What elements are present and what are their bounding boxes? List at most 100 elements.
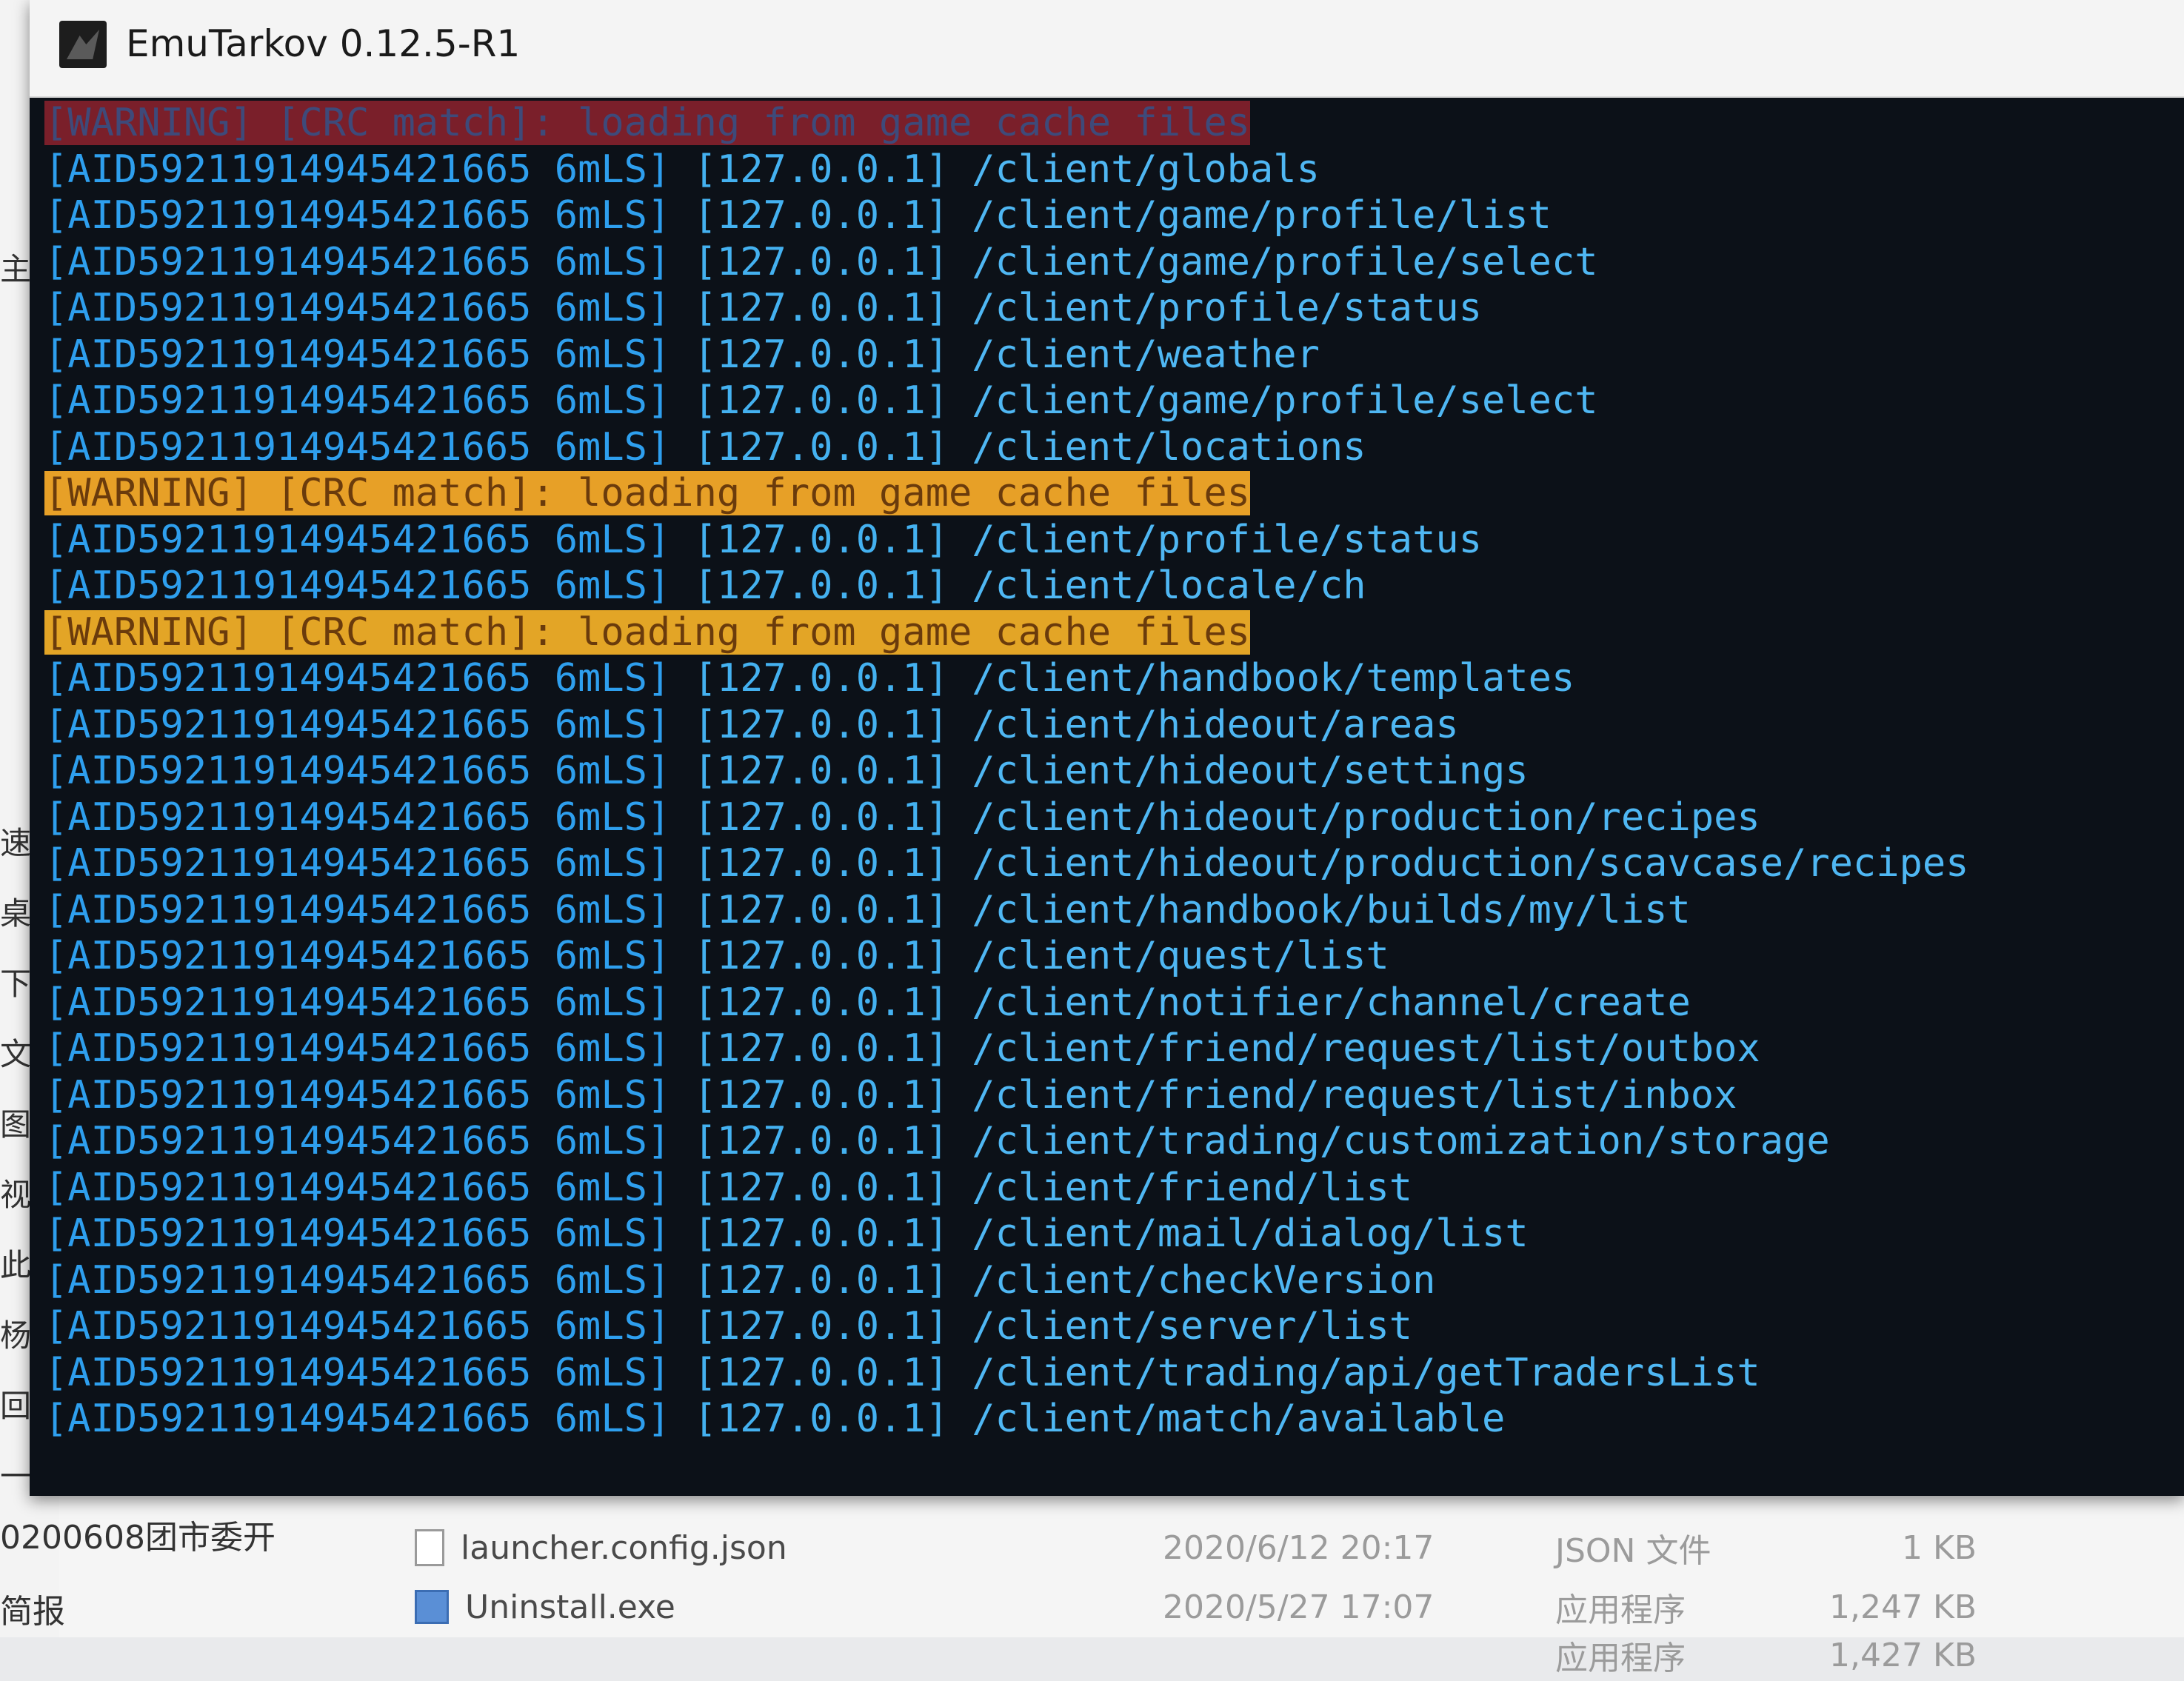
ip-address: [127.0.0.1] (693, 841, 949, 886)
ip-address: [127.0.0.1] (693, 1350, 949, 1395)
session-id: [AID59211914945421665 6mLS] (44, 1119, 671, 1163)
console-request-line: [AID59211914945421665 6mLS] [127.0.0.1] … (44, 147, 2184, 193)
console-request-line: [AID59211914945421665 6mLS] [127.0.0.1] … (44, 1257, 2184, 1304)
console-request-line: [AID59211914945421665 6mLS] [127.0.0.1] … (44, 1211, 2184, 1257)
console-warning-line: [WARNING] [CRC match]: loading from game… (44, 609, 2184, 656)
request-path: /client/hideout/production/recipes (972, 795, 1760, 840)
session-id: [AID59211914945421665 6mLS] (44, 1165, 671, 1210)
ip-address: [127.0.0.1] (693, 1072, 949, 1117)
session-id: [AID59211914945421665 6mLS] (44, 286, 671, 330)
ip-address: [127.0.0.1] (693, 239, 949, 284)
console-request-line: [AID59211914945421665 6mLS] [127.0.0.1] … (44, 1350, 2184, 1397)
ip-address: [127.0.0.1] (693, 517, 949, 562)
console-output[interactable]: [WARNING] [CRC match]: loading from game… (44, 100, 2184, 1496)
console-request-line: [AID59211914945421665 6mLS] [127.0.0.1] … (44, 1026, 2184, 1072)
console-request-line: [AID59211914945421665 6mLS] [127.0.0.1] … (44, 1396, 2184, 1443)
request-path: /client/trading/customization/storage (972, 1119, 1830, 1163)
ip-address: [127.0.0.1] (693, 887, 949, 932)
session-id: [AID59211914945421665 6mLS] (44, 517, 671, 562)
ip-address: [127.0.0.1] (693, 193, 949, 238)
file-type: 应用程序 (1555, 1640, 1686, 1677)
file-name-cell[interactable]: launcher.config.json (415, 1529, 787, 1567)
console-window[interactable]: EmuTarkov 0.12.5-R1 [WARNING] [CRC match… (30, 0, 2184, 1496)
session-id: [AID59211914945421665 6mLS] (44, 980, 671, 1025)
ip-address: [127.0.0.1] (693, 1212, 949, 1256)
sidebar-folder-label[interactable]: 简报 (0, 1585, 65, 1632)
console-warning-line: [WARNING] [CRC match]: loading from game… (44, 100, 2184, 147)
request-path: /client/hideout/settings (972, 749, 1529, 793)
file-row[interactable]: launcher.config.json 2020/6/12 20:17 JSO… (59, 1522, 2184, 1574)
request-path: /client/checkVersion (972, 1257, 1436, 1303)
request-path: /client/mail/dialog/list (972, 1212, 1529, 1256)
console-request-line: [AID59211914945421665 6mLS] [127.0.0.1] … (44, 933, 2184, 980)
file-size: 1,247 KB (1829, 1588, 1977, 1626)
console-request-line: [AID59211914945421665 6mLS] [127.0.0.1] … (44, 748, 2184, 795)
console-request-line: [AID59211914945421665 6mLS] [127.0.0.1] … (44, 795, 2184, 841)
session-id: [AID59211914945421665 6mLS] (44, 702, 671, 747)
session-id: [AID59211914945421665 6mLS] (44, 795, 671, 840)
ip-address: [127.0.0.1] (693, 378, 949, 423)
file-row[interactable]: Uninstall.exe 2020/5/27 17:07 应用程序 1,247… (59, 1581, 2184, 1633)
emutarkov-app-icon[interactable] (59, 21, 107, 68)
ip-address: [127.0.0.1] (693, 934, 949, 978)
ip-address: [127.0.0.1] (693, 286, 949, 330)
ip-address: [127.0.0.1] (693, 332, 949, 377)
request-path: /client/server/list (972, 1304, 1413, 1349)
session-id: [AID59211914945421665 6mLS] (44, 749, 671, 793)
ip-address: [127.0.0.1] (693, 564, 949, 608)
console-request-line: [AID59211914945421665 6mLS] [127.0.0.1] … (44, 378, 2184, 424)
ip-address: [127.0.0.1] (693, 1397, 949, 1441)
ip-address: [127.0.0.1] (693, 702, 949, 747)
json-file-icon (415, 1529, 444, 1566)
warning-text: [WARNING] [CRC match]: loading from game… (44, 609, 1250, 655)
request-path: /client/handbook/templates (972, 656, 1575, 701)
session-id: [AID59211914945421665 6mLS] (44, 147, 671, 192)
session-id: [AID59211914945421665 6mLS] (44, 1212, 671, 1256)
session-id: [AID59211914945421665 6mLS] (44, 841, 671, 886)
console-request-line: [AID59211914945421665 6mLS] [127.0.0.1] … (44, 887, 2184, 934)
request-path: /client/friend/list (972, 1165, 1413, 1210)
ip-address: [127.0.0.1] (693, 980, 949, 1025)
session-id: [AID59211914945421665 6mLS] (44, 1072, 671, 1117)
console-request-line: [AID59211914945421665 6mLS] [127.0.0.1] … (44, 1118, 2184, 1165)
console-request-line: [AID59211914945421665 6mLS] [127.0.0.1] … (44, 1303, 2184, 1350)
session-id: [AID59211914945421665 6mLS] (44, 1257, 671, 1303)
ip-address: [127.0.0.1] (693, 749, 949, 793)
session-id: [AID59211914945421665 6mLS] (44, 934, 671, 978)
console-request-line: [AID59211914945421665 6mLS] [127.0.0.1] … (44, 655, 2184, 702)
file-name: Uninstall.exe (465, 1588, 675, 1626)
request-path: /client/hideout/production/scavcase/reci… (972, 841, 1969, 886)
console-request-line: [AID59211914945421665 6mLS] [127.0.0.1] … (44, 563, 2184, 609)
request-path: /client/quest/list (972, 934, 1389, 978)
window-title-bar[interactable]: EmuTarkov 0.12.5-R1 (30, 0, 2184, 98)
sidebar-folder-label[interactable]: 0200608团市委开 (0, 1511, 275, 1558)
file-type: 应用程序 (1555, 1591, 1686, 1629)
request-path: /client/game/profile/list (972, 193, 1552, 238)
session-id: [AID59211914945421665 6mLS] (44, 1304, 671, 1349)
session-id: [AID59211914945421665 6mLS] (44, 656, 671, 701)
ip-address: [127.0.0.1] (693, 1026, 949, 1071)
request-path: /client/friend/request/list/inbox (972, 1072, 1737, 1117)
ip-address: [127.0.0.1] (693, 424, 949, 469)
request-path: /client/notifier/channel/create (972, 980, 1691, 1025)
console-request-line: [AID59211914945421665 6mLS] [127.0.0.1] … (44, 840, 2184, 887)
file-name-cell[interactable]: Uninstall.exe (415, 1588, 675, 1626)
session-id: [AID59211914945421665 6mLS] (44, 424, 671, 469)
request-path: /client/game/profile/select (972, 378, 1598, 423)
request-path: /client/friend/request/list/outbox (972, 1026, 1760, 1071)
exe-file-icon (415, 1590, 449, 1624)
console-request-line: [AID59211914945421665 6mLS] [127.0.0.1] … (44, 239, 2184, 286)
request-path: /client/weather (972, 332, 1320, 377)
request-path: /client/game/profile/select (972, 239, 1598, 284)
file-size: 1,427 KB (1829, 1636, 1977, 1674)
session-id: [AID59211914945421665 6mLS] (44, 332, 671, 377)
console-request-line: [AID59211914945421665 6mLS] [127.0.0.1] … (44, 517, 2184, 564)
ip-address: [127.0.0.1] (693, 1165, 949, 1210)
ip-address: [127.0.0.1] (693, 1257, 949, 1303)
request-path: /client/locations (972, 424, 1366, 469)
session-id: [AID59211914945421665 6mLS] (44, 193, 671, 238)
file-name: launcher.config.json (461, 1528, 787, 1567)
window-title: EmuTarkov 0.12.5-R1 (126, 22, 521, 65)
console-request-line: [AID59211914945421665 6mLS] [127.0.0.1] … (44, 1165, 2184, 1212)
session-id: [AID59211914945421665 6mLS] (44, 1397, 671, 1441)
